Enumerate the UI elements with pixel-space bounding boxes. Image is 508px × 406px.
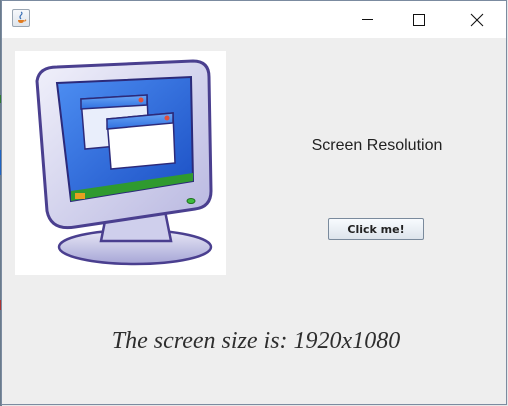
content-panel: Screen Resolution Click me! The screen s…	[2, 38, 506, 404]
close-icon	[470, 13, 484, 27]
minimize-button[interactable]	[344, 1, 392, 38]
click-me-button[interactable]: Click me!	[328, 218, 424, 240]
app-window: Screen Resolution Click me! The screen s…	[1, 0, 507, 405]
close-button[interactable]	[452, 1, 500, 38]
computer-monitor-icon	[15, 51, 226, 275]
screen-resolution-label: Screen Resolution	[311, 137, 443, 154]
java-icon[interactable]	[12, 9, 30, 27]
minimize-icon	[362, 19, 373, 20]
title-bar[interactable]	[2, 1, 506, 38]
maximize-button[interactable]	[394, 1, 442, 38]
screen-size-result: The screen size is: 1920x1080	[111, 328, 401, 354]
maximize-icon	[413, 14, 425, 26]
